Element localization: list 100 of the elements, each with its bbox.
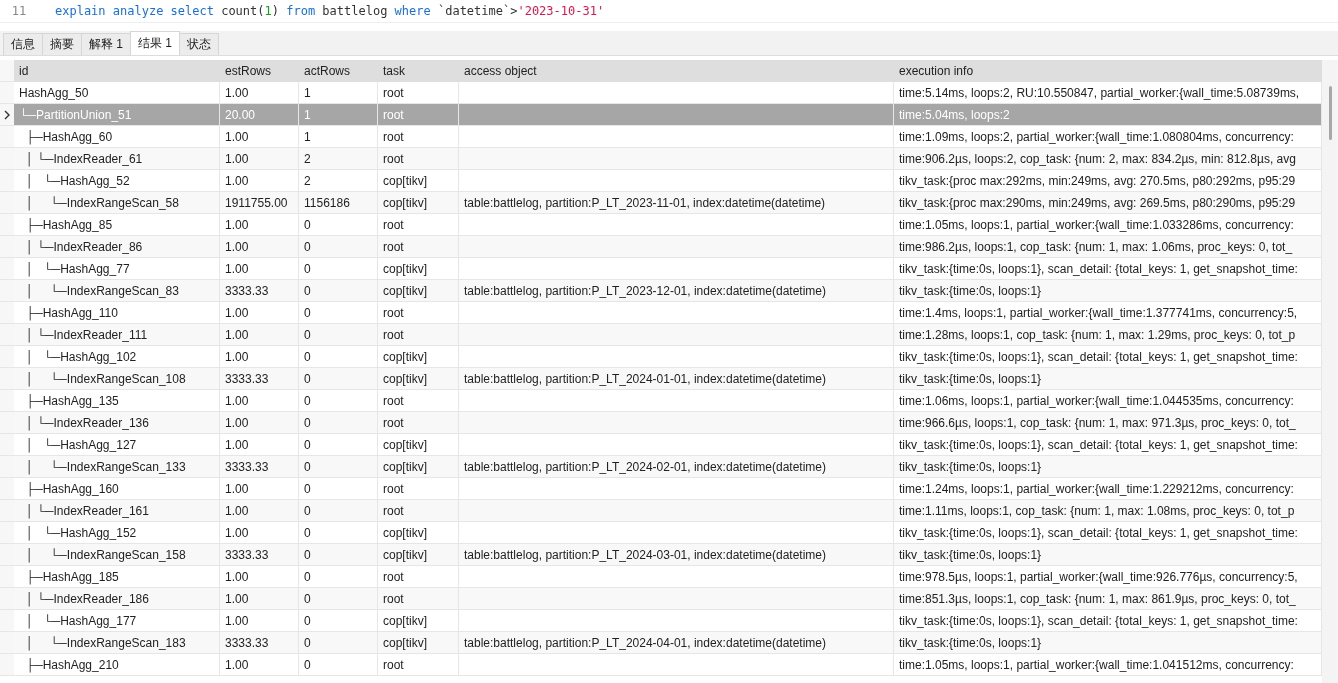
table-cell: tikv_task:{time:0s, loops:1} (894, 544, 1322, 566)
table-row[interactable]: │ └─IndexReader_186 1.00 0 root time:851.3µs, loops:1, cop_task: {num: 1, max: 861.9µs, proc_keys: 0, tot_ (0, 588, 1322, 610)
table-cell: HashAgg_50 (14, 82, 220, 104)
table-row[interactable]: │ └─IndexReader_61 1.00 2 root time:906.2µs, loops:2, cop_task: {num: 2, max: 834.2µs, min: 812.8µs, avg (0, 148, 1322, 170)
table-row[interactable]: ├─HashAgg_160 1.00 0 root time:1.24ms, loops:1, partial_worker:{wall_time:1.229212ms, concurrency: (0, 478, 1322, 500)
tab[interactable]: 状态 (179, 33, 220, 55)
table-cell: 1.00 (220, 170, 299, 192)
table-cell: 2 (299, 170, 378, 192)
table-cell: table:battlelog, partition:P_LT_2024-01-01, index:datetime(datetime) (459, 368, 894, 390)
table-cell: 0 (299, 236, 378, 258)
table-cell: cop[tikv] (378, 610, 459, 632)
table-cell: │ └─IndexReader_161 (14, 500, 220, 522)
table-row[interactable]: ├─HashAgg_110 1.00 0 root time:1.4ms, loops:1, partial_worker:{wall_time:1.377741ms, concurrency:5, (0, 302, 1322, 324)
table-row[interactable]: │ └─HashAgg_152 1.00 0 cop[tikv] tikv_task:{time:0s, loops:1}, scan_detail: {total_keys: 1, get_snapshot_time: (0, 522, 1322, 544)
table-row[interactable]: │ └─IndexReader_136 1.00 0 root time:966.6µs, loops:1, cop_task: {num: 1, max: 971.3µs, proc_keys: 0, tot_ (0, 412, 1322, 434)
table-cell: root (378, 126, 459, 148)
table-row[interactable]: │ └─IndexReader_161 1.00 0 root time:1.11ms, loops:1, cop_task: {num: 1, max: 1.08ms, proc_keys: 0, tot_p (0, 500, 1322, 522)
table-cell: │ └─IndexReader_111 (14, 324, 220, 346)
table-row[interactable]: │ └─IndexRangeScan_83 3333.33 0 cop[tikv] table:battlelog, partition:P_LT_2023-12-01, index:datetime(datetime) tikv_task:{time:0s, loops:1} (0, 280, 1322, 302)
column-header[interactable]: task (378, 60, 459, 82)
table-cell: 0 (299, 654, 378, 676)
table-cell: 0 (299, 588, 378, 610)
table-row[interactable]: │ └─IndexRangeScan_158 3333.33 0 cop[tikv] table:battlelog, partition:P_LT_2024-03-01, index:datetime(datetime) tikv_task:{time:0s, loops:1} (0, 544, 1322, 566)
table-cell: 1.00 (220, 588, 299, 610)
tab[interactable]: 结果 1 (130, 31, 181, 55)
table-row[interactable]: │ └─IndexRangeScan_108 3333.33 0 cop[tikv] table:battlelog, partition:P_LT_2024-01-01, index:datetime(datetime) tikv_task:{time:0s, loops:1} (0, 368, 1322, 390)
tab[interactable]: 信息 (3, 33, 43, 55)
table-cell: time:986.2µs, loops:1, cop_task: {num: 1, max: 1.06ms, proc_keys: 0, tot_ (894, 236, 1322, 258)
table-cell: root (378, 302, 459, 324)
column-header[interactable]: access object (459, 60, 894, 82)
table-cell: cop[tikv] (378, 192, 459, 214)
table-row[interactable]: │ └─HashAgg_52 1.00 2 cop[tikv] tikv_task:{proc max:292ms, min:249ms, avg: 270.5ms, p80:292ms, p95:29 (0, 170, 1322, 192)
table-cell: root (378, 478, 459, 500)
table-row[interactable]: │ └─IndexReader_86 1.00 0 root time:986.2µs, loops:1, cop_task: {num: 1, max: 1.06ms, proc_keys: 0, tot_ (0, 236, 1322, 258)
row-header[interactable] (0, 104, 14, 126)
table-row[interactable]: ├─HashAgg_185 1.00 0 root time:978.5µs, loops:1, partial_worker:{wall_time:926.776µs, concurrency:5, (0, 566, 1322, 588)
table-cell: table:battlelog, partition:P_LT_2023-12-01, index:datetime(datetime) (459, 280, 894, 302)
table-cell: ├─HashAgg_210 (14, 654, 220, 676)
table-cell: 1.00 (220, 126, 299, 148)
table-row[interactable]: │ └─IndexRangeScan_183 3333.33 0 cop[tikv] table:battlelog, partition:P_LT_2024-04-01, index:datetime(datetime) tikv_task:{time:0s, loops:1} (0, 632, 1322, 654)
table-row[interactable]: │ └─HashAgg_102 1.00 0 cop[tikv] tikv_task:{time:0s, loops:1}, scan_detail: {total_keys: 1, get_snapshot_time: (0, 346, 1322, 368)
table-cell: 0 (299, 500, 378, 522)
table-cell: │ └─HashAgg_77 (14, 258, 220, 280)
table-cell: root (378, 214, 459, 236)
scrollbar[interactable] (1322, 60, 1338, 683)
table-row[interactable]: │ └─HashAgg_77 1.00 0 cop[tikv] tikv_task:{time:0s, loops:1}, scan_detail: {total_keys: 1, get_snapshot_time: (0, 258, 1322, 280)
table-cell: 0 (299, 478, 378, 500)
table-cell: 1.00 (220, 302, 299, 324)
table-cell: 1 (299, 126, 378, 148)
table-cell: cop[tikv] (378, 456, 459, 478)
table-cell: │ └─IndexRangeScan_133 (14, 456, 220, 478)
table-row[interactable]: │ └─IndexRangeScan_133 3333.33 0 cop[tikv] table:battlelog, partition:P_LT_2024-02-01, index:datetime(datetime) tikv_task:{time:0s, loops:1} (0, 456, 1322, 478)
table-cell: tikv_task:{time:0s, loops:1} (894, 456, 1322, 478)
table-row[interactable]: ├─HashAgg_135 1.00 0 root time:1.06ms, loops:1, partial_worker:{wall_time:1.044535ms, concurrency: (0, 390, 1322, 412)
table-row[interactable]: ├─HashAgg_85 1.00 0 root time:1.05ms, loops:1, partial_worker:{wall_time:1.033286ms, concurrency: (0, 214, 1322, 236)
table-cell: 1.00 (220, 412, 299, 434)
column-header[interactable]: execution info (894, 60, 1322, 82)
table-row[interactable]: │ └─IndexRangeScan_58 1911755.00 1156186 cop[tikv] table:battlelog, partition:P_LT_2023-11-01, index:datetime(datetime) tikv_task:{proc max:290ms, min:249ms, avg: 269.5ms, p80:290ms, p95:29 (0, 192, 1322, 214)
table-cell: ├─HashAgg_60 (14, 126, 220, 148)
table-cell: time:906.2µs, loops:2, cop_task: {num: 2, max: 834.2µs, min: 812.8µs, avg (894, 148, 1322, 170)
table-cell: time:851.3µs, loops:1, cop_task: {num: 1, max: 861.9µs, proc_keys: 0, tot_ (894, 588, 1322, 610)
table-cell: root (378, 390, 459, 412)
table-cell: tikv_task:{time:0s, loops:1}, scan_detail: {total_keys: 1, get_snapshot_time: (894, 258, 1322, 280)
table-cell: 1.00 (220, 214, 299, 236)
table-cell: │ └─IndexRangeScan_108 (14, 368, 220, 390)
table-cell: ├─HashAgg_135 (14, 390, 220, 412)
table-row[interactable]: ├─HashAgg_60 1.00 1 root time:1.09ms, loops:2, partial_worker:{wall_time:1.080804ms, concurrency: (0, 126, 1322, 148)
table-row[interactable]: │ └─IndexReader_111 1.00 0 root time:1.28ms, loops:1, cop_task: {num: 1, max: 1.29ms, proc_keys: 0, tot_p (0, 324, 1322, 346)
table-cell: root (378, 500, 459, 522)
table-row[interactable]: HashAgg_50 1.00 1 root time:5.14ms, loops:2, RU:10.550847, partial_worker:{wall_time:5.08739ms, (0, 82, 1322, 104)
table-cell: cop[tikv] (378, 346, 459, 368)
row-pointer-icon (4, 109, 10, 120)
table-cell: 0 (299, 566, 378, 588)
table-cell: 3333.33 (220, 456, 299, 478)
table-cell: ├─HashAgg_185 (14, 566, 220, 588)
table-cell: 1.00 (220, 82, 299, 104)
table-cell: ├─HashAgg_85 (14, 214, 220, 236)
table-cell: 0 (299, 324, 378, 346)
table-row[interactable]: │ └─HashAgg_177 1.00 0 cop[tikv] tikv_task:{time:0s, loops:1}, scan_detail: {total_keys: 1, get_snapshot_time: (0, 610, 1322, 632)
table-cell: ├─HashAgg_160 (14, 478, 220, 500)
table-cell: 1.00 (220, 236, 299, 258)
table-cell: 1.00 (220, 500, 299, 522)
table-cell: 2 (299, 148, 378, 170)
table-cell: 1.00 (220, 522, 299, 544)
table-cell: 0 (299, 346, 378, 368)
column-header[interactable]: estRows (220, 60, 299, 82)
table-cell: 1.00 (220, 346, 299, 368)
table-cell: table:battlelog, partition:P_LT_2024-03-01, index:datetime(datetime) (459, 544, 894, 566)
tab[interactable]: 解释 1 (81, 33, 131, 55)
column-header[interactable]: id (14, 60, 220, 82)
table-cell: 0 (299, 544, 378, 566)
table-cell: 1.00 (220, 324, 299, 346)
table-row[interactable]: │ └─HashAgg_127 1.00 0 cop[tikv] tikv_task:{time:0s, loops:1}, scan_detail: {total_keys: 1, get_snapshot_time: (0, 434, 1322, 456)
table-cell: root (378, 324, 459, 346)
column-header[interactable]: actRows (299, 60, 378, 82)
table-cell: root (378, 566, 459, 588)
tab[interactable]: 摘要 (42, 33, 82, 55)
table-cell: 1.00 (220, 610, 299, 632)
table-cell: time:1.28ms, loops:1, cop_task: {num: 1, max: 1.29ms, proc_keys: 0, tot_p (894, 324, 1322, 346)
table-row[interactable]: ├─HashAgg_210 1.00 0 root time:1.05ms, loops:1, partial_worker:{wall_time:1.041512ms, concurrency: (0, 654, 1322, 676)
